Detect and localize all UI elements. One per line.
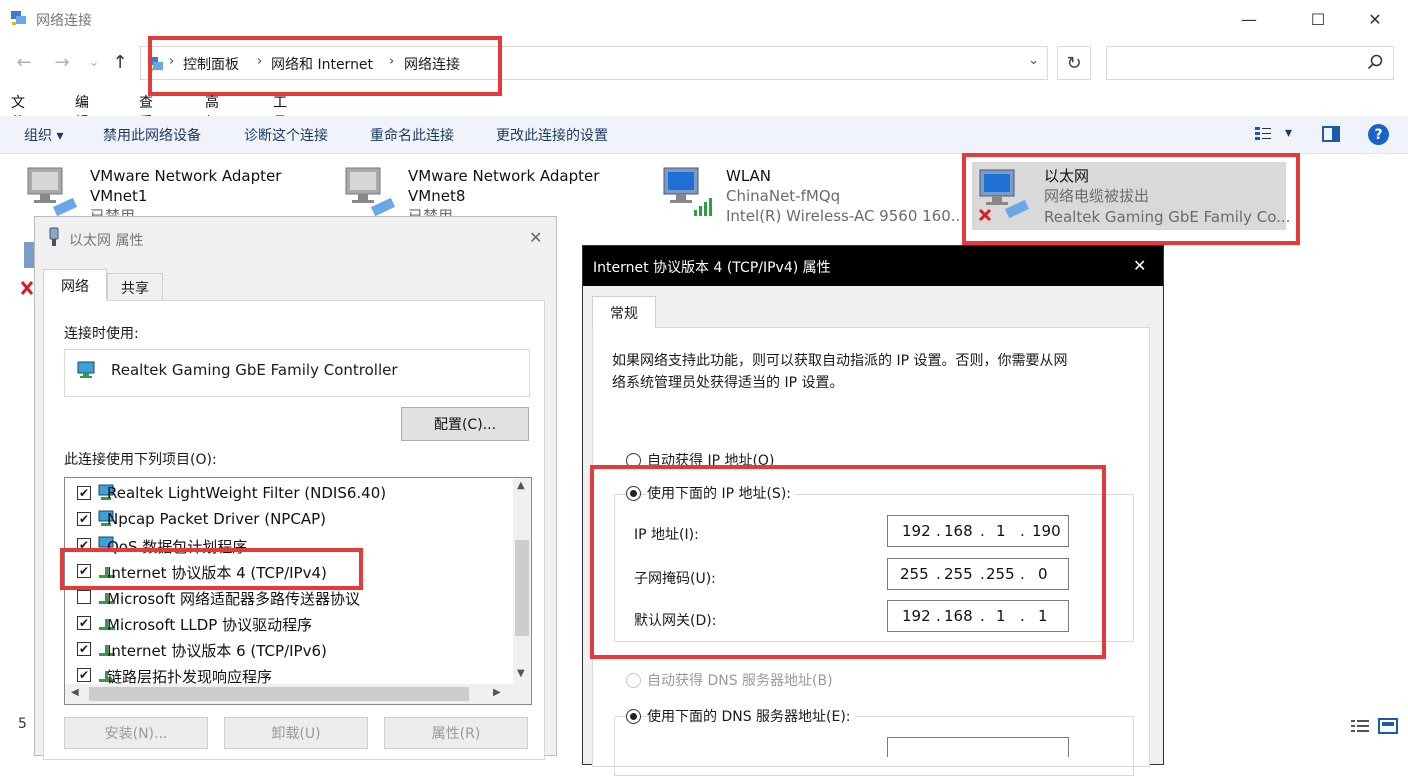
scrollbar-thumb[interactable] — [89, 687, 469, 701]
window-title: 网络连接 — [36, 13, 92, 29]
change-settings-button[interactable]: 更改此连接的设置 — [496, 125, 608, 145]
checkbox[interactable]: ✔ — [77, 616, 91, 630]
view-dropdown-button[interactable]: ▾ — [1285, 125, 1292, 141]
preferred-dns-field[interactable] — [887, 737, 1069, 757]
configure-button[interactable]: 配置(C)... — [401, 407, 529, 441]
wireless-adapter-icon — [663, 167, 712, 216]
adapter-name: VMware Network Adapter — [90, 167, 282, 185]
item-count: 5 — [18, 716, 27, 732]
list-item[interactable]: ✔ Microsoft LLDP 协议驱动程序 — [65, 610, 485, 636]
dialog-title: Internet 协议版本 4 (TCP/IPv4) 属性 — [593, 260, 831, 276]
list-item[interactable]: ✔ Npcap Packet Driver (NPCAP) — [65, 506, 485, 532]
dialog-title: 以太网 属性 — [69, 233, 144, 249]
scrollbar-thumb[interactable] — [515, 540, 529, 636]
uninstall-button[interactable]: 卸载(U) — [224, 717, 368, 749]
scroll-left-icon[interactable]: ◀ — [71, 687, 79, 698]
list-item[interactable]: ✔ Realtek LightWeight Filter (NDIS6.40) — [65, 480, 485, 506]
adapter-wlan[interactable]: WLAN ChinaNet-fMQq Intel(R) Wireless-AC … — [660, 160, 965, 236]
tab-network[interactable]: 网络 — [43, 269, 107, 301]
scroll-up-icon[interactable]: ▲ — [517, 480, 525, 491]
large-icons-view-icon[interactable] — [1378, 718, 1398, 734]
close-button[interactable]: ✕ — [1352, 0, 1398, 38]
adapter-device: Intel(R) Wireless-AC 9560 160... — [726, 207, 966, 225]
description-line1: 如果网络支持此功能，则可以获取自动指派的 IP 设置。否则，你需要从网 — [612, 353, 1068, 369]
highlight-ethernet — [962, 153, 1300, 245]
tab-general[interactable]: 常规 — [592, 296, 656, 328]
adapter-name-text: Realtek Gaming GbE Family Controller — [111, 361, 398, 379]
organize-button[interactable]: 组织 ▾ — [24, 125, 63, 145]
dialog-titlebar: Internet 协议版本 4 (TCP/IPv4) 属性 ✕ — [583, 246, 1163, 286]
item-label: Microsoft LLDP 协议驱动程序 — [107, 616, 313, 634]
command-bar: 组织 ▾ 禁用此网络设备 诊断这个连接 重命名此连接 更改此连接的设置 ▾ ? — [0, 116, 1408, 154]
title-bar: 网络连接 — ☐ ✕ — [0, 0, 1408, 38]
adapter-name-line2: VMnet8 — [408, 187, 466, 205]
details-view-icon[interactable] — [1350, 718, 1370, 734]
adapter-field: Realtek Gaming GbE Family Controller — [64, 349, 530, 397]
adapter-name-line2: VMnet1 — [90, 187, 148, 205]
scroll-down-icon[interactable]: ▼ — [517, 668, 525, 679]
manual-dns-label[interactable]: 使用下面的 DNS 服务器地址(E): — [647, 706, 855, 726]
forward-button[interactable]: → — [50, 52, 74, 74]
network-connections-icon — [11, 11, 26, 25]
checkbox[interactable] — [77, 590, 91, 604]
network-adapter-icon — [345, 167, 396, 217]
network-adapter-icon — [27, 167, 78, 217]
network-card-icon — [77, 361, 95, 378]
network-tab-panel: 连接时使用: Realtek Gaming GbE Family Control… — [43, 300, 545, 760]
search-input[interactable] — [1106, 46, 1394, 80]
checkbox[interactable]: ✔ — [77, 668, 91, 682]
recent-locations-button[interactable]: ⌄ — [82, 52, 106, 74]
checkbox[interactable]: ✔ — [77, 486, 91, 500]
adapter-name: WLAN — [726, 167, 772, 185]
vertical-scrollbar[interactable]: ▲ ▼ — [513, 478, 531, 684]
item-label: Realtek LightWeight Filter (NDIS6.40) — [107, 484, 387, 502]
adapter-name: VMware Network Adapter — [408, 167, 600, 185]
connect-using-label: 连接时使用: — [64, 326, 139, 342]
horizontal-scrollbar[interactable]: ◀ ▶ — [65, 684, 531, 704]
item-label: Npcap Packet Driver (NPCAP) — [107, 510, 326, 528]
ethernet-plug-icon — [49, 227, 59, 246]
manual-dns-radio[interactable] — [626, 709, 641, 724]
refresh-button[interactable]: ↻ — [1057, 46, 1091, 80]
list-item[interactable]: ✔ Internet 协议版本 6 (TCP/IPv6) — [65, 636, 485, 662]
properties-button[interactable]: 属性(R) — [384, 717, 528, 749]
search-icon — [1367, 54, 1383, 70]
up-button[interactable]: ↑ — [108, 52, 132, 74]
back-button[interactable]: ← — [12, 52, 36, 74]
highlight-breadcrumb — [148, 36, 502, 96]
highlight-ip-settings — [590, 465, 1106, 659]
dialog-close-button[interactable]: ✕ — [1133, 256, 1146, 275]
items-label: 此连接使用下列项目(O): — [64, 452, 217, 468]
scroll-right-icon[interactable]: ▶ — [493, 687, 501, 698]
network-adapter-icon — [20, 242, 34, 295]
item-label: Microsoft 网络适配器多路传送器协议 — [107, 590, 361, 608]
checkbox[interactable]: ✔ — [77, 512, 91, 526]
ethernet-properties-dialog: 以太网 属性 ✕ 网络 共享 连接时使用: Realtek Gaming GbE… — [34, 216, 557, 760]
items-list[interactable]: ✔ Realtek LightWeight Filter (NDIS6.40) … — [64, 477, 532, 705]
rename-button[interactable]: 重命名此连接 — [370, 125, 454, 145]
highlight-ipv4-item — [60, 548, 363, 590]
item-label: Internet 协议版本 6 (TCP/IPv6) — [107, 642, 327, 660]
chevron-down-icon[interactable]: ⌄ — [1028, 53, 1039, 68]
description-line2: 络系统管理员处获得适当的 IP 设置。 — [612, 375, 844, 391]
auto-dns-label[interactable]: 自动获得 DNS 服务器地址(B) — [647, 670, 833, 690]
adapter-status: ChinaNet-fMQq — [726, 187, 841, 205]
auto-dns-radio[interactable] — [626, 673, 641, 688]
preview-pane-icon[interactable] — [1322, 126, 1340, 142]
maximize-button[interactable]: ☐ — [1295, 0, 1341, 38]
diagnose-button[interactable]: 诊断这个连接 — [244, 125, 328, 145]
tab-sharing[interactable]: 共享 — [107, 273, 163, 301]
disable-device-button[interactable]: 禁用此网络设备 — [103, 125, 201, 145]
dialog-close-button[interactable]: ✕ — [529, 228, 542, 247]
minimize-button[interactable]: — — [1226, 0, 1272, 38]
install-button[interactable]: 安装(N)... — [64, 717, 208, 749]
checkbox[interactable]: ✔ — [77, 642, 91, 656]
help-button[interactable]: ? — [1368, 124, 1389, 145]
view-options-icon[interactable] — [1254, 125, 1272, 143]
